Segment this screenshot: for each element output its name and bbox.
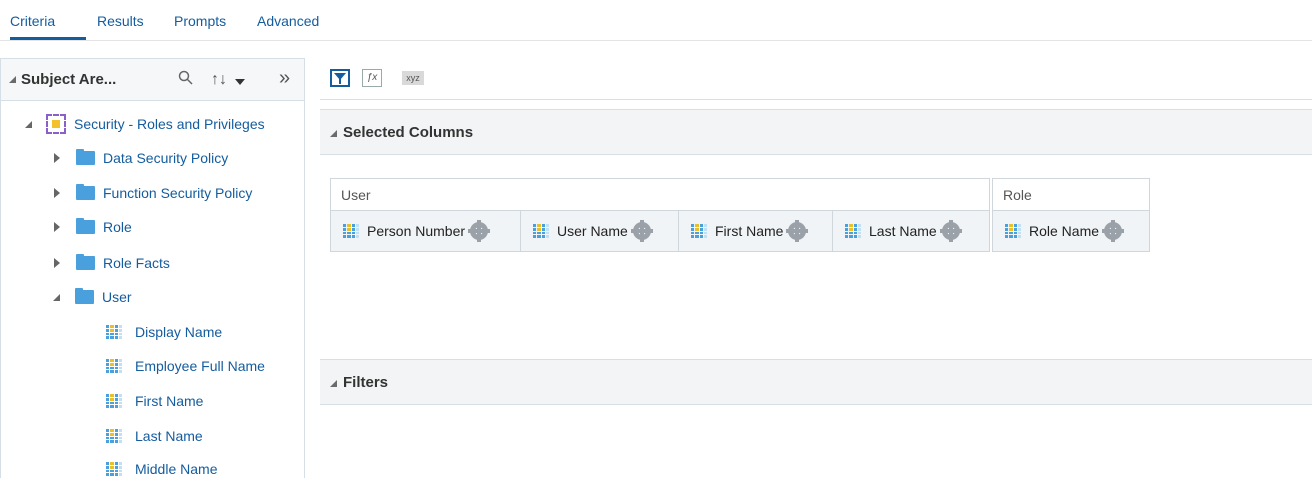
column-icon	[106, 462, 122, 476]
subject-area-icon	[46, 114, 66, 134]
folder-icon	[76, 149, 95, 165]
column-icon	[845, 224, 861, 238]
tree-root-label: Security - Roles and Privileges	[74, 116, 265, 132]
tree-column-item[interactable]: Middle Name	[106, 459, 217, 478]
gear-icon[interactable]	[1102, 220, 1125, 242]
tab-prompts[interactable]: Prompts	[174, 13, 226, 29]
column-name: Person Number	[367, 223, 466, 239]
collapsed-triangle-icon[interactable]	[54, 222, 60, 232]
tree-folder[interactable]: Role Facts	[54, 253, 170, 273]
tree-folder-label: User	[102, 289, 132, 305]
tree-folder[interactable]: Role	[54, 217, 132, 237]
subject-areas-title: Subject Are...	[21, 71, 117, 88]
tab-criteria[interactable]: Criteria	[10, 13, 55, 29]
formula-icon[interactable]: ƒx	[362, 69, 382, 87]
column-icon	[106, 325, 122, 339]
tree-column-label: Middle Name	[135, 461, 218, 477]
tree-column-label: Display Name	[135, 324, 223, 340]
collapsed-triangle-icon[interactable]	[54, 258, 60, 268]
tree-column-label: Last Name	[135, 428, 203, 444]
selected-column-role-name[interactable]: Role Name	[993, 211, 1149, 251]
tree-column-item[interactable]: Display Name	[106, 322, 222, 342]
tab-advanced[interactable]: Advanced	[257, 13, 319, 29]
collapsed-triangle-icon[interactable]	[54, 153, 60, 163]
collapse-triangle-icon[interactable]	[9, 76, 16, 83]
xyz-icon[interactable]: xyz	[402, 71, 424, 85]
column-icon	[691, 224, 707, 238]
column-icon	[106, 359, 122, 373]
tab-bar: Criteria Results Prompts Advanced	[0, 0, 1312, 42]
expanded-triangle-icon[interactable]	[25, 120, 32, 128]
column-name: Role Name	[1029, 223, 1100, 239]
selected-columns-header[interactable]: Selected Columns	[320, 109, 1312, 155]
gear-icon[interactable]	[468, 220, 491, 242]
collapse-triangle-icon[interactable]	[330, 130, 337, 137]
selected-column-first-name[interactable]: First Name	[679, 211, 833, 251]
criteria-toolbar: ƒx xyz	[320, 58, 1312, 100]
selected-columns-title: Selected Columns	[343, 124, 474, 141]
subject-areas-panel: Subject Are... ↑↓ » Security - Roles and…	[0, 58, 305, 478]
tree-column-item[interactable]: First Name	[106, 391, 203, 411]
gear-icon[interactable]	[786, 220, 809, 242]
selected-column-person-number[interactable]: Person Number	[331, 211, 521, 251]
tree-folder-label: Role Facts	[103, 255, 170, 271]
collapse-triangle-icon[interactable]	[330, 380, 337, 387]
folder-icon	[76, 218, 95, 234]
filter-icon[interactable]	[330, 69, 350, 87]
column-icon	[533, 224, 549, 238]
tree-folder-label: Role	[103, 219, 132, 235]
expanded-triangle-icon[interactable]	[53, 293, 60, 301]
tab-results[interactable]: Results	[97, 13, 144, 29]
tree-column-label: First Name	[135, 393, 204, 409]
column-icon	[106, 394, 122, 408]
search-icon[interactable]	[178, 70, 194, 89]
folder-icon	[75, 288, 94, 304]
selected-column-last-name[interactable]: Last Name	[833, 211, 989, 251]
tree-root[interactable]: Security - Roles and Privileges	[25, 114, 265, 134]
gear-icon[interactable]	[630, 220, 653, 242]
tree-folder-label: Data Security Policy	[103, 150, 229, 166]
column-group-title: User	[331, 179, 989, 211]
selected-column-user-name[interactable]: User Name	[521, 211, 679, 251]
sort-icon[interactable]: ↑↓	[211, 71, 227, 89]
tree-folder[interactable]: Function Security Policy	[54, 183, 252, 203]
folder-icon	[76, 254, 95, 270]
column-group-user: User Person Number User Name First Name …	[330, 178, 990, 252]
subject-areas-header: Subject Are... ↑↓ »	[1, 59, 304, 101]
tabs-divider	[0, 40, 1312, 41]
tree-column-item[interactable]: Last Name	[106, 426, 203, 446]
tree-folder[interactable]: User	[53, 287, 132, 307]
filters-title: Filters	[343, 374, 389, 391]
column-icon	[343, 224, 359, 238]
column-name: User Name	[557, 223, 628, 239]
tree-column-item[interactable]: Employee Full Name	[106, 356, 265, 376]
column-name: Last Name	[869, 223, 937, 239]
column-group-title: Role	[993, 179, 1149, 211]
tree-folder[interactable]: Data Security Policy	[54, 148, 228, 168]
gear-icon[interactable]	[939, 220, 962, 242]
column-icon	[1005, 224, 1021, 238]
tree-folder-label: Function Security Policy	[103, 185, 253, 201]
column-icon	[106, 429, 122, 443]
folder-icon	[76, 184, 95, 200]
double-chevron-right-icon[interactable]: »	[279, 67, 290, 90]
collapsed-triangle-icon[interactable]	[54, 188, 60, 198]
column-name: First Name	[715, 223, 784, 239]
chevron-down-icon[interactable]	[235, 79, 245, 85]
column-group-role: Role Role Name	[992, 178, 1150, 252]
filters-header[interactable]: Filters	[320, 359, 1312, 405]
tree-column-label: Employee Full Name	[135, 358, 265, 374]
